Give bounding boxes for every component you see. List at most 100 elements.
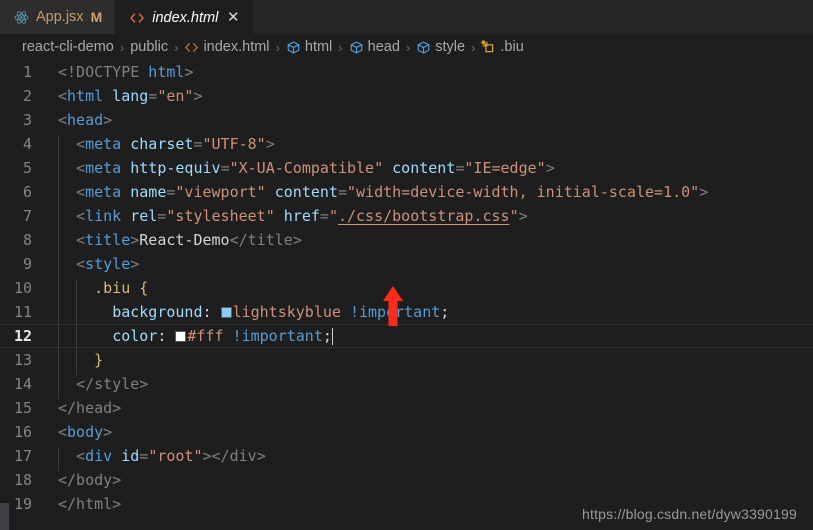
code-line[interactable]: 4 <meta charset="UTF-8"> [0, 132, 813, 159]
code-line[interactable]: 11 background: lightskyblue !important; [0, 300, 813, 327]
token: > [699, 183, 709, 201]
breadcrumb-item-head[interactable]: head [349, 39, 400, 55]
code-text: <meta charset="UTF-8"> [58, 135, 275, 159]
token: http-equiv [121, 159, 221, 177]
code-line[interactable]: 18 </body> [0, 468, 813, 492]
token: "en" [157, 87, 194, 105]
tab-app-jsx[interactable]: App.jsx M [0, 0, 116, 34]
line-number: 17 [13, 447, 32, 465]
token: </body [58, 471, 113, 489]
breadcrumb-item-biu[interactable]: .biu [481, 39, 524, 55]
close-icon[interactable]: ✕ [225, 10, 241, 25]
code-line-active[interactable]: 12 color: #fff !important; [0, 324, 813, 351]
code-line[interactable]: 10 .biu { [0, 276, 813, 303]
code-line[interactable]: 5 <meta http-equiv="X-UA-Compatible" con… [0, 156, 813, 183]
code-line[interactable]: 14 </style> [0, 372, 813, 399]
code-text: <meta http-equiv="X-UA-Compatible" conte… [58, 159, 555, 183]
token: "root" [148, 447, 203, 465]
code-text: background: lightskyblue !important; [58, 303, 450, 327]
color-swatch-lightskyblue[interactable] [220, 307, 232, 318]
tab-index-html[interactable]: index.html ✕ [115, 0, 255, 34]
line-number: 3 [22, 111, 32, 129]
tab-label: index.html [152, 9, 219, 26]
token: > [112, 399, 122, 417]
token: "width=device-width, initial-scale=1.0" [347, 183, 700, 201]
token: href [274, 207, 320, 225]
code-text: <head> [58, 111, 112, 129]
code-line[interactable]: 1 <!DOCTYPE html> [0, 60, 813, 84]
token: meta [85, 183, 122, 201]
code-line[interactable]: 3 <head> [0, 108, 813, 132]
token: body [67, 423, 104, 441]
code-text: color: #fff !important; [58, 327, 333, 351]
token: > [193, 87, 203, 105]
symbol-namespace-icon [286, 40, 301, 55]
token: "IE=edge" [464, 159, 546, 177]
token: ; [440, 303, 450, 321]
html-code-icon [129, 11, 145, 25]
token: < [76, 231, 86, 249]
code-line[interactable]: 7 <link rel="stylesheet" href="./css/boo… [0, 204, 813, 231]
token: meta [85, 159, 122, 177]
token: = [193, 135, 203, 153]
token: "UTF-8" [202, 135, 266, 153]
token: = [148, 87, 158, 105]
breadcrumb-separator: › [275, 39, 280, 55]
token: < [58, 423, 68, 441]
line-number: 6 [22, 183, 32, 201]
token: > [518, 207, 528, 225]
token: !important [223, 327, 323, 345]
token: rel [121, 207, 158, 225]
code-editor[interactable]: 1 <!DOCTYPE html> 2 <html lang="en"> 3 <… [0, 60, 813, 530]
breadcrumb-label: .biu [500, 39, 524, 55]
code-text: <body> [58, 423, 112, 441]
code-text: </html> [58, 495, 121, 513]
vertical-scrollbar-thumb[interactable] [0, 503, 9, 530]
href-link[interactable]: ./css/bootstrap.css [338, 207, 510, 225]
breadcrumb-item-react-cli-demo[interactable]: react-cli-demo [22, 39, 114, 55]
code-text: <div id="root"></div> [58, 447, 266, 471]
line-number: 16 [13, 423, 32, 441]
breadcrumb-item-style[interactable]: style [416, 39, 465, 55]
breadcrumb-item-index-html[interactable]: index.html [184, 39, 270, 55]
watermark-url: https://blog.csdn.net/dyw3390199 [582, 506, 797, 522]
token: div [85, 447, 113, 465]
token: </div [211, 447, 257, 465]
breadcrumb-label: index.html [203, 39, 270, 55]
code-line[interactable]: 15 </head> [0, 396, 813, 420]
symbol-namespace-icon [416, 40, 431, 55]
code-text: </body> [58, 471, 121, 489]
token: background [112, 303, 203, 321]
line-number: 14 [13, 375, 32, 393]
symbol-ruler-icon [481, 39, 496, 55]
token: < [58, 111, 68, 129]
code-text: <link rel="stylesheet" href="./css/boots… [58, 207, 528, 231]
code-line[interactable]: 13 } [0, 348, 813, 375]
token: .biu [94, 279, 140, 297]
token: color [112, 327, 158, 345]
token: content [265, 183, 338, 201]
token: = [139, 447, 149, 465]
breadcrumb-label: style [435, 39, 466, 55]
line-number: 12 [13, 327, 32, 345]
token: > [545, 159, 555, 177]
code-line[interactable]: 17 <div id="root"></div> [0, 444, 813, 471]
token: = [337, 183, 347, 201]
code-line[interactable]: 8 <title>React-Demo</title> [0, 228, 813, 255]
token: < [76, 207, 86, 225]
token: < [76, 159, 86, 177]
code-line[interactable]: 2 <html lang="en"> [0, 84, 813, 108]
code-line[interactable]: 16 <body> [0, 420, 813, 444]
color-swatch-white[interactable] [175, 331, 187, 342]
breadcrumb-item-html[interactable]: html [286, 39, 332, 55]
code-line[interactable]: 6 <meta name="viewport" content="width=d… [0, 180, 813, 207]
line-number: 2 [22, 87, 32, 105]
token: : [157, 327, 176, 345]
token: " [328, 207, 338, 225]
code-line[interactable]: 9 <style> [0, 252, 813, 279]
breadcrumb-item-public[interactable]: public [130, 39, 168, 55]
token: "viewport" [175, 183, 266, 201]
editor-tab-bar: App.jsx M index.html ✕ [0, 0, 813, 34]
token: > [112, 471, 122, 489]
line-number: 15 [13, 399, 32, 417]
